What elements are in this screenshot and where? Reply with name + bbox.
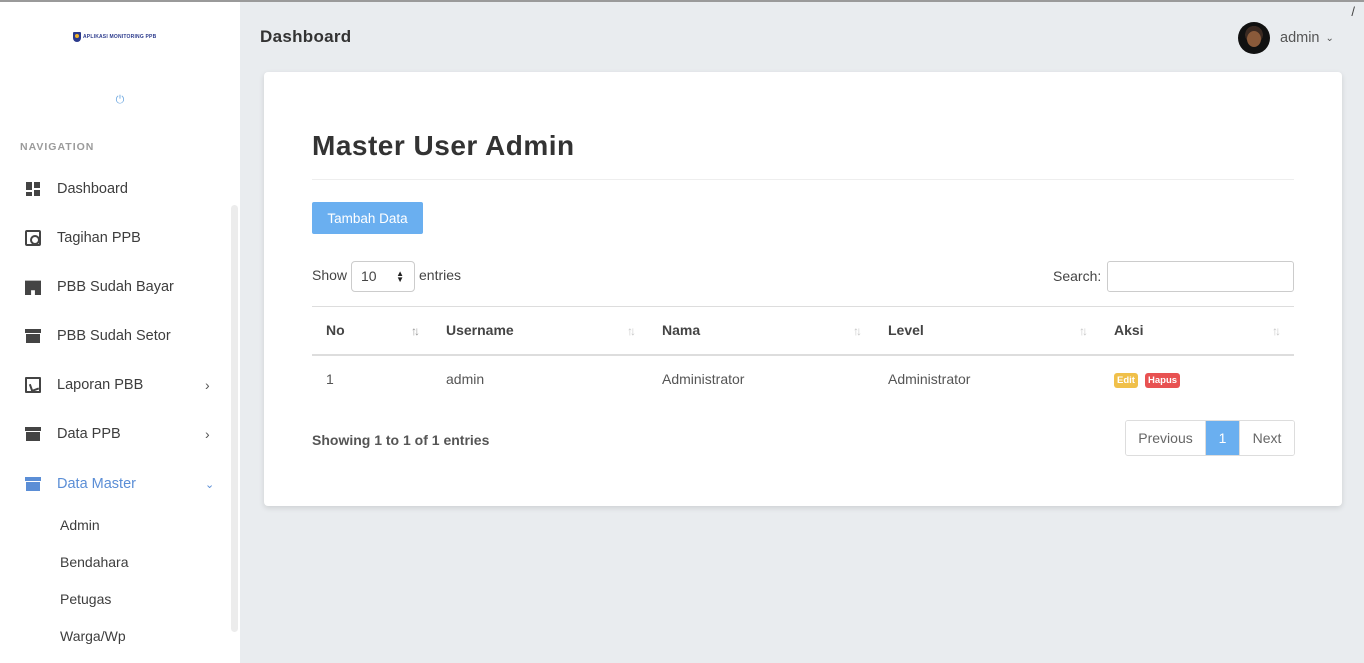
- select-arrows-icon: ▲ ▼: [396, 269, 404, 284]
- cell-nama: Administrator: [662, 371, 745, 387]
- card-title: Master User Admin: [312, 130, 575, 161]
- sidebar-scrollbar[interactable]: [231, 205, 238, 632]
- sidebar-item-label: Dashboard: [57, 181, 128, 197]
- user-name: admin: [1280, 30, 1320, 46]
- previous-page-button[interactable]: Previous: [1126, 421, 1206, 455]
- page-title: Dashboard: [260, 27, 352, 46]
- sort-icon[interactable]: ↑↓: [853, 324, 862, 338]
- camera-box-icon: [25, 230, 41, 246]
- add-data-button[interactable]: Tambah Data: [312, 202, 423, 234]
- sidebar-item-label: PBB Sudah Setor: [57, 328, 171, 344]
- submenu-item-warga-wp[interactable]: Warga/Wp: [60, 628, 126, 644]
- sidebar-item-dashboard[interactable]: Dashboard: [0, 167, 232, 211]
- submenu-item-admin[interactable]: Admin: [60, 517, 100, 533]
- dashboard-icon: [25, 181, 41, 197]
- entries-label: entries: [419, 267, 462, 283]
- page-1-button[interactable]: 1: [1206, 421, 1239, 455]
- sidebar-item-pbb-sudah-bayar[interactable]: PBB Sudah Bayar: [0, 265, 232, 309]
- sort-asc-icon[interactable]: ↑↓: [411, 324, 420, 338]
- column-header-nama[interactable]: Nama: [662, 322, 700, 338]
- sort-icon[interactable]: ↑↓: [627, 324, 636, 338]
- next-page-button[interactable]: Next: [1239, 421, 1294, 455]
- sidebar-item-label: Tagihan PPB: [57, 230, 141, 246]
- chevron-down-icon: ⌄: [1325, 32, 1334, 44]
- building-icon: [25, 280, 41, 295]
- pdf-file-icon: [25, 377, 41, 393]
- sidebar-item-label: Data Master: [57, 476, 136, 492]
- sidebar: APLIKASI MONITORING PPB ⏻ NAVIGATION Das…: [0, 2, 240, 663]
- pagination: Previous 1 Next: [1125, 420, 1295, 456]
- content-card: Master User Admin Tambah Data Show 10 ▲ ▼…: [264, 72, 1342, 506]
- page-size-select[interactable]: 10 ▲ ▼: [351, 261, 415, 292]
- app-logo[interactable]: APLIKASI MONITORING PPB: [73, 32, 156, 42]
- delete-button[interactable]: Hapus: [1145, 373, 1181, 388]
- sidebar-item-data-master[interactable]: Data Master ⌄: [0, 462, 232, 506]
- column-header-level[interactable]: Level: [888, 322, 924, 338]
- table-top-border: [312, 306, 1294, 307]
- archive-icon: [25, 328, 41, 344]
- power-icon[interactable]: ⏻: [114, 94, 126, 106]
- logo-text: APLIKASI MONITORING PPB: [83, 34, 157, 40]
- sidebar-item-label: PBB Sudah Bayar: [57, 279, 174, 295]
- window-top-border: [0, 0, 1364, 2]
- sidebar-item-label: Data PPB: [57, 426, 121, 442]
- sort-icon[interactable]: ↑↓: [1079, 324, 1088, 338]
- sidebar-item-pbb-sudah-setor[interactable]: PBB Sudah Setor: [0, 314, 232, 358]
- sidebar-item-laporan-pbb[interactable]: Laporan PBB ›: [0, 363, 232, 407]
- column-header-username[interactable]: Username: [446, 322, 514, 338]
- search-input[interactable]: [1107, 261, 1294, 292]
- cell-no: 1: [326, 371, 334, 387]
- archive-icon: [25, 476, 41, 492]
- user-menu[interactable]: admin ⌄: [1238, 22, 1334, 54]
- sidebar-item-tagihan-ppb[interactable]: Tagihan PPB: [0, 216, 232, 260]
- sort-icon[interactable]: ↑↓: [1272, 324, 1281, 338]
- corner-mark: /: [1351, 4, 1355, 19]
- column-header-no[interactable]: No: [326, 322, 345, 338]
- page-size-value: 10: [361, 268, 377, 284]
- nav-heading: NAVIGATION: [20, 141, 95, 153]
- archive-icon: [25, 426, 41, 442]
- column-header-aksi[interactable]: Aksi: [1114, 322, 1144, 338]
- divider: [312, 179, 1294, 180]
- table-header-border: [312, 354, 1294, 356]
- cell-username: admin: [446, 371, 485, 387]
- search-label: Search:: [1053, 268, 1102, 284]
- edit-button[interactable]: Edit: [1114, 373, 1138, 388]
- submenu-item-bendahara[interactable]: Bendahara: [60, 554, 129, 570]
- logo-emblem-icon: [73, 32, 81, 42]
- chevron-right-icon: ›: [205, 426, 210, 442]
- chevron-right-icon: ›: [205, 377, 210, 393]
- chevron-down-icon: ⌄: [205, 478, 215, 491]
- submenu-item-petugas[interactable]: Petugas: [60, 591, 111, 607]
- cell-level: Administrator: [888, 371, 971, 387]
- sidebar-item-label: Laporan PBB: [57, 377, 144, 393]
- show-label: Show: [312, 267, 348, 283]
- table-info: Showing 1 to 1 of 1 entries: [312, 432, 490, 448]
- avatar: [1238, 22, 1270, 54]
- sidebar-item-data-ppb[interactable]: Data PPB ›: [0, 412, 232, 456]
